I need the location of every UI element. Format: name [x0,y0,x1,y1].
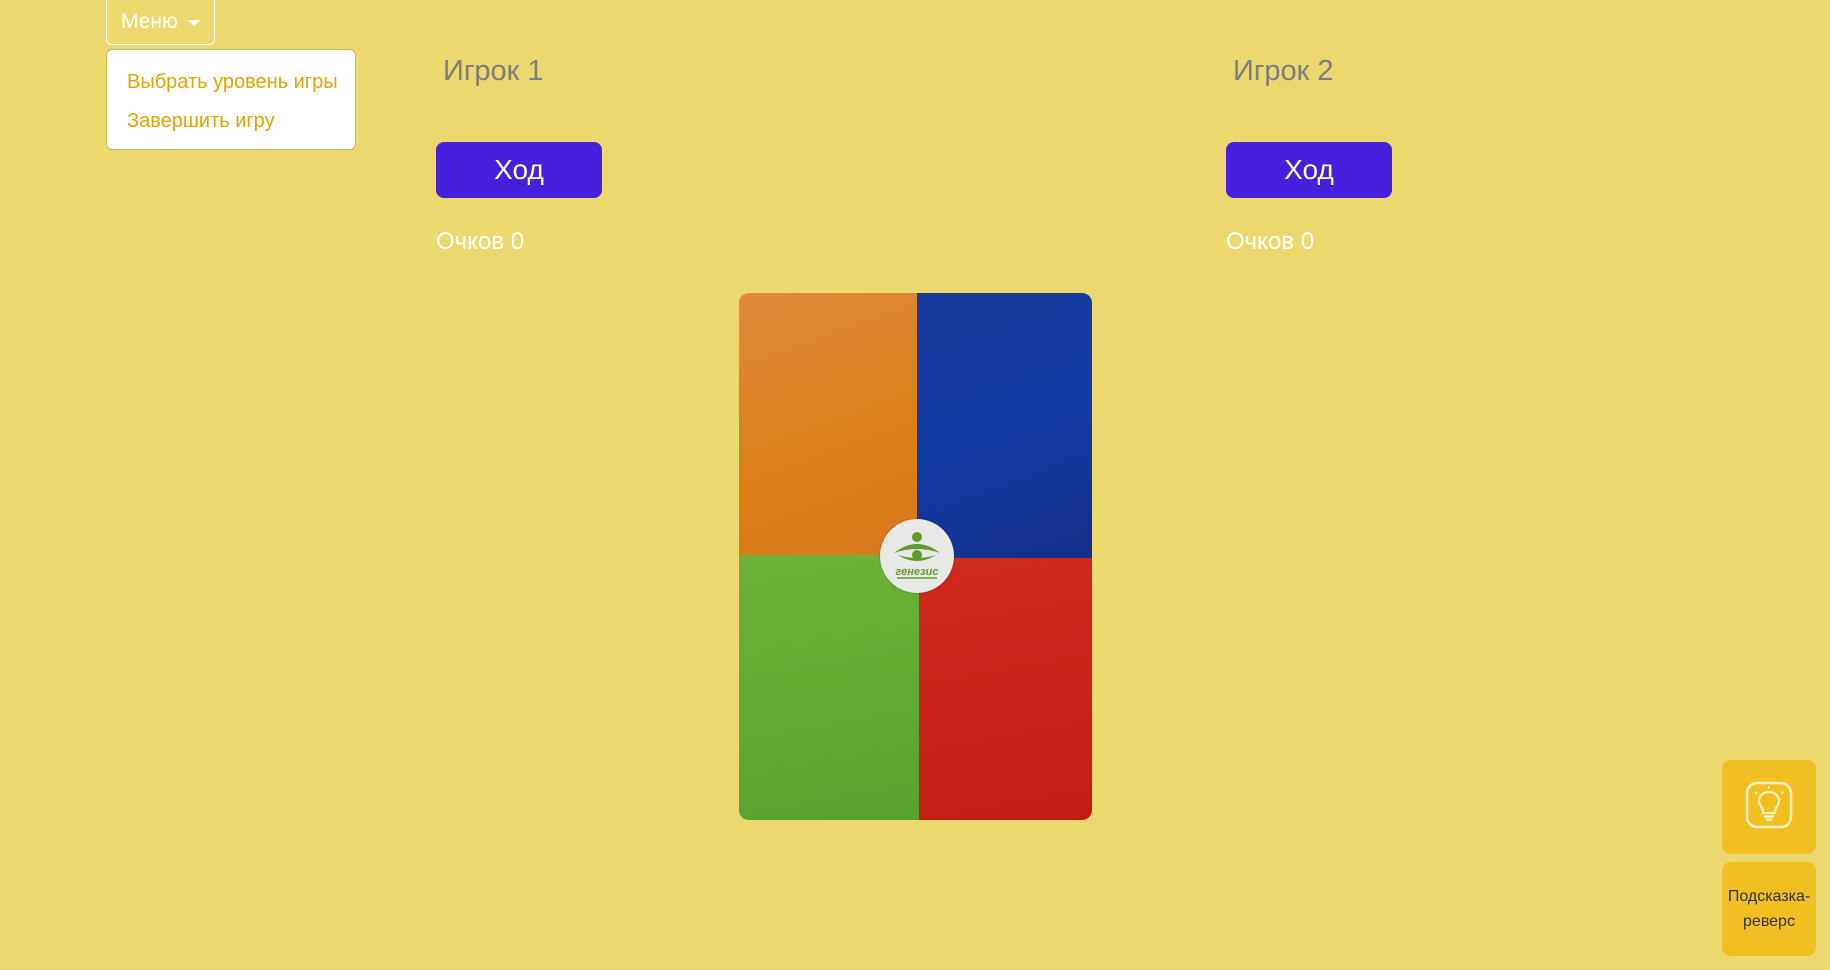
hint-reverse-button[interactable]: Подсказка- реверс [1722,862,1816,956]
player-2-name: Игрок 2 [1233,55,1334,87]
player-1-score: Очков 0 [436,228,525,255]
player-1-name: Игрок 1 [443,55,544,87]
menu-item-choose-level[interactable]: Выбрать уровень игры [107,68,355,107]
hint-reverse-label-line2: реверс [1743,913,1795,930]
hint-button[interactable] [1722,760,1816,854]
card-quadrant-red [919,558,1092,820]
card-quadrant-green [739,555,919,820]
game-page: Меню Выбрать уровень игры Завершить игру… [0,0,1830,970]
caret-down-icon [187,20,200,26]
menu-dropdown: Выбрать уровень игры Завершить игру [106,49,356,150]
card-quadrant-orange [739,293,917,555]
player-1-panel: Игрок 1 Ход Очков 0 [436,55,602,256]
menu-button-label: Меню [121,10,178,33]
logo-text: генезис [896,566,939,578]
player-2-score: Очков 0 [1226,228,1315,255]
genesis-logo: генезис [880,519,954,593]
menu-button[interactable]: Меню [106,0,215,45]
player-2-turn-button[interactable]: Ход [1226,142,1392,198]
player-1-turn-button[interactable]: Ход [436,142,602,198]
lightbulb-icon [1744,780,1794,835]
player-2-panel: Игрок 2 Ход Очков 0 [1226,55,1392,256]
hint-reverse-label-line1: Подсказка- [1727,888,1811,905]
game-card[interactable]: генезис [739,293,1092,820]
menu-item-end-game[interactable]: Завершить игру [107,107,355,146]
